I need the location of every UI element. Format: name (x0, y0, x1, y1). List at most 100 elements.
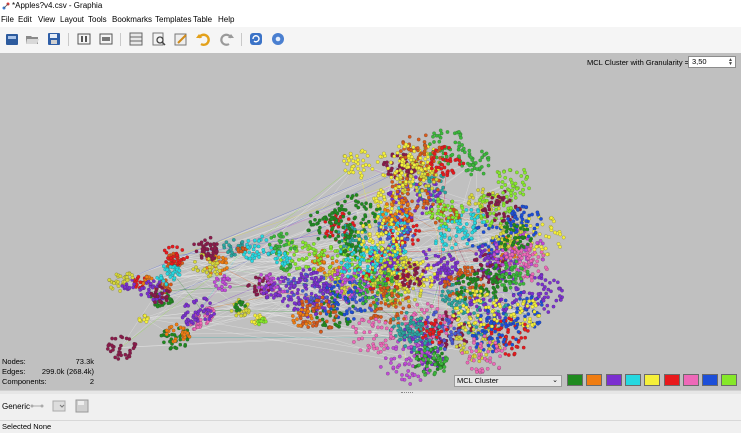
graph-node[interactable] (346, 162, 349, 165)
graph-node[interactable] (195, 250, 198, 253)
graph-node[interactable] (376, 243, 379, 246)
graph-node[interactable] (396, 312, 399, 315)
graph-node[interactable] (371, 296, 374, 299)
graph-node[interactable] (444, 152, 447, 155)
graph-node[interactable] (321, 296, 324, 299)
graph-node[interactable] (330, 278, 333, 281)
graph-node[interactable] (504, 248, 507, 251)
graph-node[interactable] (462, 147, 465, 150)
graph-node[interactable] (373, 246, 376, 249)
graph-node[interactable] (451, 200, 454, 203)
graph-node[interactable] (514, 196, 517, 199)
graph-node[interactable] (406, 192, 409, 195)
graph-node[interactable] (334, 220, 337, 223)
graph-node[interactable] (493, 318, 496, 321)
graph-node[interactable] (318, 219, 321, 222)
graph-node[interactable] (533, 251, 536, 254)
graph-node[interactable] (455, 291, 458, 294)
graph-node[interactable] (315, 299, 318, 302)
graph-node[interactable] (406, 238, 409, 241)
graph-node[interactable] (310, 277, 313, 280)
graph-node[interactable] (504, 287, 507, 290)
graph-node[interactable] (316, 282, 319, 285)
graph-node[interactable] (416, 343, 419, 346)
graph-node[interactable] (314, 313, 317, 316)
graph-node[interactable] (317, 278, 320, 281)
graph-node[interactable] (523, 315, 526, 318)
graph-node[interactable] (351, 325, 354, 328)
graph-node[interactable] (390, 302, 393, 305)
graph-node[interactable] (436, 277, 439, 280)
graph-node[interactable] (434, 242, 437, 245)
graph-node[interactable] (360, 243, 363, 246)
graph-node[interactable] (479, 308, 482, 311)
graph-node[interactable] (336, 272, 339, 275)
graph-node[interactable] (487, 227, 490, 230)
graph-node[interactable] (384, 321, 387, 324)
graph-node[interactable] (520, 336, 523, 339)
graph-node[interactable] (516, 242, 519, 245)
graph-node[interactable] (426, 347, 429, 350)
graph-node[interactable] (402, 261, 405, 264)
graph-node[interactable] (361, 164, 364, 167)
graph-node[interactable] (377, 320, 380, 323)
graph-node[interactable] (496, 261, 499, 264)
graph-node[interactable] (411, 364, 414, 367)
graph-node[interactable] (400, 205, 403, 208)
graph-node[interactable] (487, 275, 490, 278)
graph-node[interactable] (412, 146, 415, 149)
table-icon[interactable] (128, 31, 144, 47)
graph-node[interactable] (282, 280, 285, 283)
graph-node[interactable] (413, 298, 416, 301)
graph-node[interactable] (537, 292, 540, 295)
graph-node[interactable] (435, 173, 438, 176)
graph-node[interactable] (544, 235, 547, 238)
graph-node[interactable] (312, 223, 315, 226)
graph-node[interactable] (346, 266, 349, 269)
graph-node[interactable] (307, 229, 310, 232)
graph-node[interactable] (486, 293, 489, 296)
graph-node[interactable] (290, 298, 293, 301)
graph-node[interactable] (520, 213, 523, 216)
graph-node[interactable] (419, 317, 422, 320)
graph-node[interactable] (515, 217, 518, 220)
graph-node[interactable] (482, 230, 485, 233)
graph-node[interactable] (455, 213, 458, 216)
graph-node[interactable] (419, 182, 422, 185)
graph-node[interactable] (381, 190, 384, 193)
graph-node[interactable] (512, 280, 515, 283)
graph-node[interactable] (344, 169, 347, 172)
graph-node[interactable] (407, 154, 410, 157)
graph-node[interactable] (524, 263, 527, 266)
graph-node[interactable] (451, 153, 454, 156)
graph-node[interactable] (531, 292, 534, 295)
graph-node[interactable] (433, 372, 436, 375)
graph-node[interactable] (546, 304, 549, 307)
graph-node[interactable] (428, 332, 431, 335)
graph-node[interactable] (375, 199, 378, 202)
graph-node[interactable] (321, 292, 324, 295)
graph-node[interactable] (312, 321, 315, 324)
node-cluster[interactable] (106, 335, 137, 361)
graph-node[interactable] (209, 236, 212, 239)
graph-node[interactable] (436, 188, 439, 191)
graph-node[interactable] (501, 191, 504, 194)
graph-node[interactable] (374, 220, 377, 223)
open-folder-icon[interactable] (24, 31, 40, 47)
graph-node[interactable] (521, 188, 524, 191)
graph-node[interactable] (217, 256, 220, 259)
graph-node[interactable] (426, 316, 429, 319)
graph-node[interactable] (423, 311, 426, 314)
graph-node[interactable] (392, 229, 395, 232)
graph-node[interactable] (518, 236, 521, 239)
graph-node[interactable] (461, 206, 464, 209)
graph-node[interactable] (499, 280, 502, 283)
graph-visualisation[interactable] (0, 53, 741, 390)
graph-node[interactable] (450, 246, 453, 249)
graph-node[interactable] (446, 130, 449, 133)
graph-node[interactable] (347, 317, 350, 320)
graph-node[interactable] (253, 287, 256, 290)
graph-node[interactable] (390, 358, 393, 361)
graph-node[interactable] (472, 337, 475, 340)
graph-node[interactable] (117, 284, 120, 287)
